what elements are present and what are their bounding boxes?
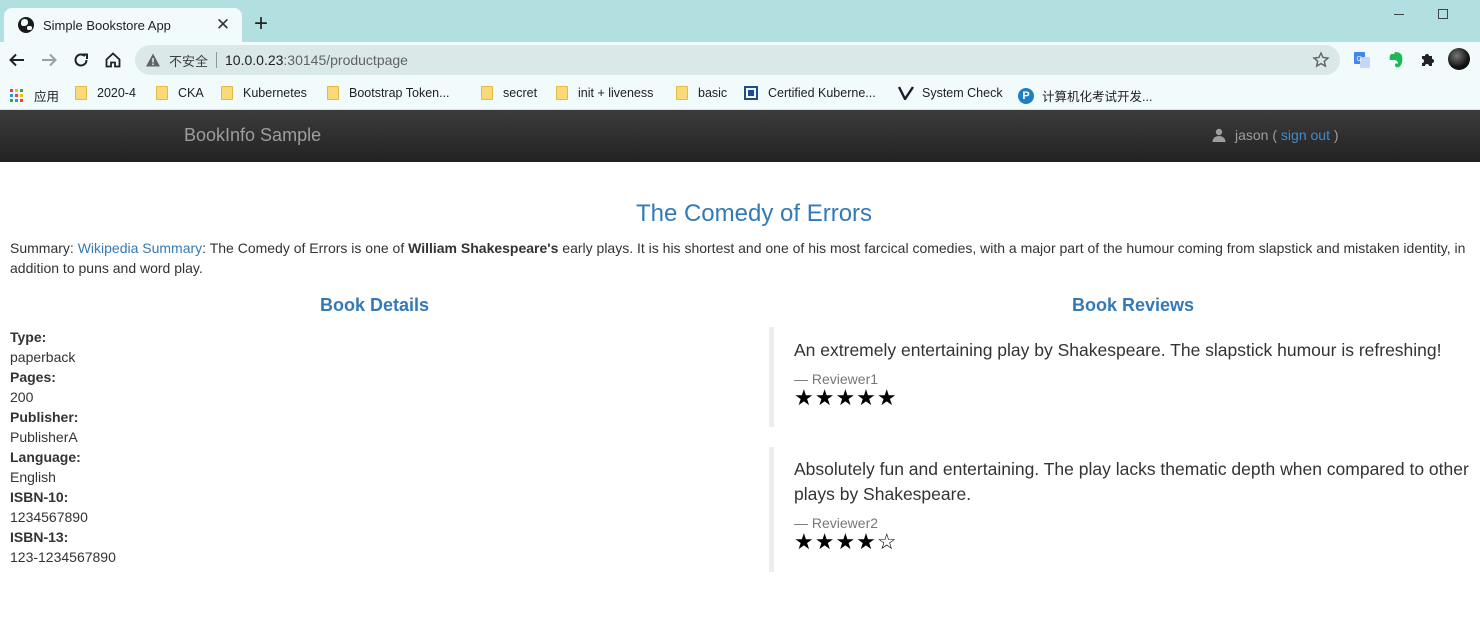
- bookmark-label: secret: [503, 86, 538, 100]
- bookmark-label: Certified Kuberne...: [768, 86, 876, 100]
- bookmark-label: 应用: [34, 90, 60, 104]
- folder-icon: [481, 86, 493, 100]
- isbn10-value: 1234567890: [10, 509, 88, 525]
- page-navbar: BookInfo Sample jason ( sign out ): [0, 110, 1480, 162]
- bookmark-label: basic: [698, 86, 728, 100]
- translate-extension-icon[interactable]: G: [1352, 50, 1372, 70]
- evernote-extension-icon[interactable]: [1386, 50, 1406, 70]
- tab-close-icon[interactable]: ✕: [214, 16, 232, 34]
- not-secure-label: 不安全: [169, 53, 209, 69]
- globe-icon: [18, 17, 34, 33]
- maximize-window-icon[interactable]: [1438, 9, 1448, 19]
- bookmark-folder-secret[interactable]: secret: [481, 86, 537, 100]
- bookmark-folder-2020-4[interactable]: 2020-4: [75, 86, 136, 100]
- review-text: An extremely entertaining play by Shakes…: [794, 340, 1442, 360]
- book-summary: Summary: Wikipedia Summary: The Comedy o…: [10, 238, 1470, 278]
- folder-icon: [676, 86, 688, 100]
- language-label: Language:: [10, 449, 81, 465]
- p-logo-icon: P: [1018, 87, 1034, 104]
- folder-icon: [221, 86, 233, 100]
- new-tab-button[interactable]: +: [254, 12, 268, 36]
- bookmark-label: 2020-4: [97, 86, 136, 100]
- folder-icon: [75, 86, 87, 100]
- folder-icon: [156, 86, 168, 100]
- forward-arrow-icon: [42, 53, 57, 67]
- bookmark-label: Bootstrap Token...: [349, 86, 450, 100]
- isbn13-label: ISBN-13:: [10, 529, 69, 545]
- username: jason: [1235, 127, 1269, 143]
- wikipedia-summary-link[interactable]: Wikipedia Summary: [78, 240, 202, 256]
- pages-label: Pages:: [10, 369, 56, 385]
- review-1: An extremely entertaining play by Shakes…: [769, 327, 1480, 427]
- url-path: :30145/productpage: [283, 52, 408, 68]
- star-rating: ★★★★★: [794, 385, 898, 410]
- back-arrow-icon: [9, 53, 24, 67]
- review-2: Absolutely fun and entertaining. The pla…: [769, 447, 1480, 572]
- browser-toolbar: 不安全 10.0.0.23:30145/productpage G: [0, 42, 1480, 78]
- review-text: Absolutely fun and entertaining. The pla…: [794, 459, 1469, 504]
- back-button[interactable]: [5, 48, 29, 72]
- bookmark-folder-cka[interactable]: CKA: [156, 86, 204, 100]
- publisher-label: Publisher:: [10, 409, 79, 425]
- tab-title: Simple Bookstore App: [43, 17, 171, 33]
- bookmark-apps[interactable]: 应用: [10, 86, 59, 105]
- bookmark-system-check[interactable]: System Check: [898, 86, 1003, 100]
- summary-prefix: Summary:: [10, 240, 78, 256]
- paren-open: (: [1268, 127, 1281, 143]
- publisher-value: PublisherA: [10, 429, 78, 445]
- url-host: 10.0.0.23: [225, 52, 284, 68]
- v-logo-icon: [898, 86, 914, 100]
- brand-link[interactable]: BookInfo Sample: [184, 125, 321, 146]
- summary-text: : The Comedy of Errors is one of: [202, 240, 409, 256]
- puzzle-extensions-icon[interactable]: [1418, 50, 1438, 70]
- profile-avatar[interactable]: [1448, 48, 1470, 70]
- bookmark-star-icon[interactable]: [1312, 51, 1330, 69]
- folder-icon: [327, 86, 339, 100]
- book-reviews-heading: Book Reviews: [1071, 295, 1195, 315]
- bookmark-label: Kubernetes: [243, 86, 307, 100]
- browser-tab[interactable]: Simple Bookstore App ✕: [4, 8, 242, 42]
- bookmark-folder-bootstrap-token[interactable]: Bootstrap Token...: [327, 86, 450, 100]
- user-icon: [1212, 128, 1226, 142]
- user-info: jason ( sign out ): [1212, 127, 1339, 143]
- bookmark-label: CKA: [178, 86, 204, 100]
- bookmarks-bar: 应用 2020-4 CKA Kubernetes Bootstrap Token…: [0, 78, 1480, 110]
- home-icon: [105, 52, 121, 68]
- bookmark-label: 计算机化考试开发...: [1042, 90, 1153, 104]
- isbn10-label: ISBN-10:: [10, 489, 69, 505]
- folder-icon: [556, 86, 568, 100]
- type-label: Type:: [10, 329, 47, 345]
- bookmark-folder-basic[interactable]: basic: [676, 86, 727, 100]
- bookmark-folder-kubernetes[interactable]: Kubernetes: [221, 86, 307, 100]
- cncf-icon: [744, 86, 758, 100]
- summary-author: William Shakespeare's: [408, 240, 559, 256]
- reload-icon: [74, 53, 88, 67]
- warning-icon: [146, 53, 160, 67]
- bookmark-label: System Check: [922, 86, 1003, 100]
- bookmark-exam-dev[interactable]: P 计算机化考试开发...: [1018, 86, 1152, 105]
- bookmark-folder-init-liveness[interactable]: init + liveness: [556, 86, 653, 100]
- isbn13-value: 123-1234567890: [10, 549, 116, 565]
- svg-text:G: G: [1357, 56, 1362, 63]
- bookmark-label: init + liveness: [578, 86, 654, 100]
- star-rating: ★★★★☆: [794, 529, 898, 554]
- minimize-window-icon[interactable]: [1394, 14, 1404, 15]
- paren-close: ): [1329, 127, 1339, 143]
- book-title: The Comedy of Errors: [635, 200, 873, 227]
- type-value: paperback: [10, 349, 76, 365]
- forward-button[interactable]: [37, 48, 61, 72]
- language-value: English: [10, 469, 56, 485]
- book-details-heading: Book Details: [319, 295, 430, 315]
- pages-value: 200: [10, 389, 34, 405]
- address-bar[interactable]: 不安全 10.0.0.23:30145/productpage: [135, 45, 1340, 75]
- home-button[interactable]: [101, 48, 125, 72]
- address-divider: [216, 52, 218, 68]
- sign-out-link[interactable]: sign out: [1281, 127, 1330, 143]
- bookmark-certified-kubernetes[interactable]: Certified Kuberne...: [744, 86, 876, 100]
- browser-tab-strip: Simple Bookstore App ✕ +: [0, 0, 1480, 42]
- book-details-list: Type: paperback Pages: 200 Publisher: Pu…: [10, 327, 116, 567]
- reload-button[interactable]: [69, 48, 93, 72]
- apps-grid-icon: [10, 88, 24, 103]
